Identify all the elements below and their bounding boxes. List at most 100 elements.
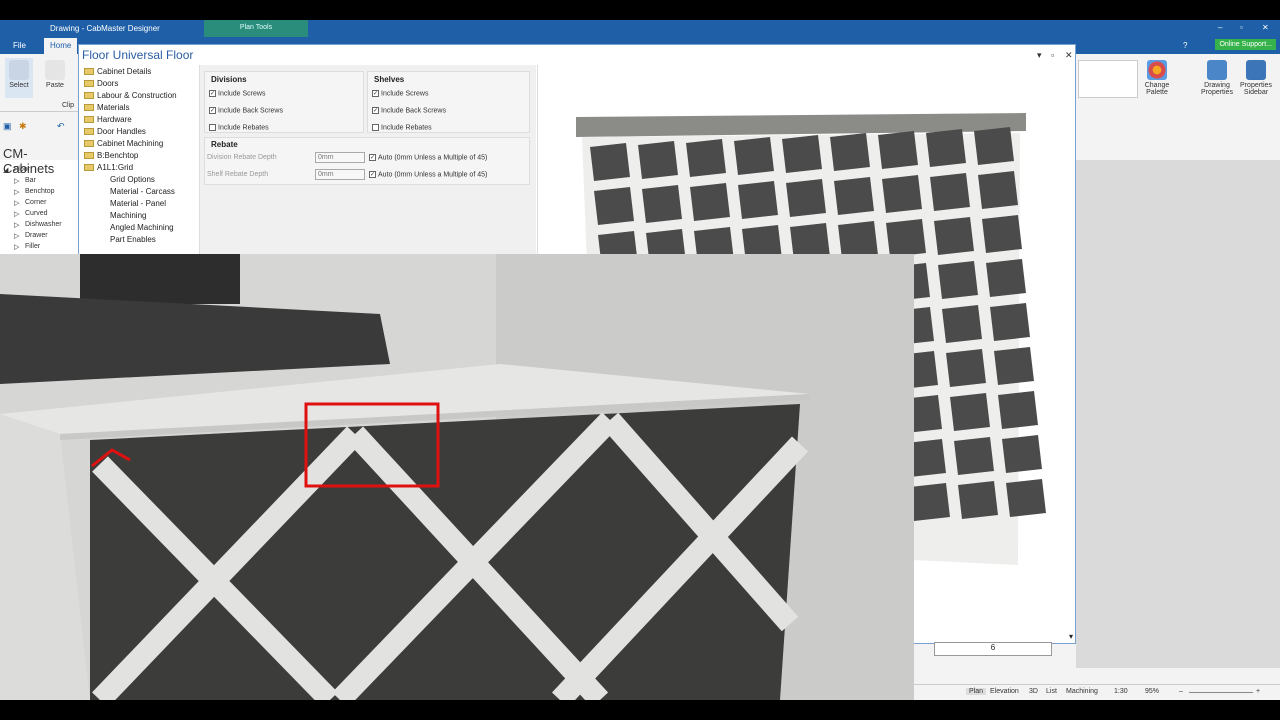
tree-expand-icon[interactable]: ▷ [14,221,19,229]
cursor-icon [9,60,29,80]
tree-node-label: Labour & Construction [97,91,177,100]
tree-node[interactable]: Part Enables [110,235,156,244]
properties-sidebar-label: Properties Sidebar [1240,82,1272,96]
tree-expand-icon[interactable]: ▷ [14,177,19,185]
grid-cell [1006,479,1046,517]
tree-node[interactable]: Angled Machining [110,223,174,232]
grid-cell [834,177,874,215]
paste-label: Paste [46,82,64,89]
tree-expand-icon[interactable]: ▷ [14,188,19,196]
dialog-close-icon[interactable]: ✕ [1065,50,1073,61]
folder-icon [84,80,94,88]
close-icon[interactable]: ✕ [1262,23,1269,32]
grid-cell [642,185,682,223]
drawing-properties-button[interactable]: Drawing Properties [1200,60,1234,96]
grid-cell [938,261,978,299]
tab-home[interactable]: Home [44,38,78,54]
checkbox-checked-icon: ✓ [209,90,216,97]
undo-icon[interactable]: ↶ [57,121,65,132]
tree-item[interactable]: Curved [25,210,48,217]
divisions-include-screws-checkbox[interactable]: ✓ Include Screws [209,90,265,97]
tree-root[interactable]: Floor [14,166,30,173]
palette-small-icon[interactable]: ✱ [19,121,27,132]
divisions-include-rebates-checkbox[interactable]: Include Rebates [209,124,269,131]
shelf-rebate-auto-checkbox[interactable]: ✓ Auto (0mm Unless a Multiple of 45) [369,171,487,178]
shelves-include-back-screws-checkbox[interactable]: ✓ Include Back Screws [372,107,446,114]
tree-node[interactable]: Doors [84,79,118,88]
tree-node-label: Door Handles [97,127,146,136]
division-rebate-depth-input[interactable]: 0mm [315,152,365,163]
tree-item[interactable]: Corner [25,199,46,206]
online-support-button[interactable]: Online Support... [1215,39,1276,50]
grid-cell [590,143,630,181]
folder-icon [84,152,94,160]
tree-node[interactable]: Cabinet Machining [84,139,163,148]
grid-cell [1002,435,1042,473]
checkbox-unchecked-icon [372,124,379,131]
shelves-include-rebates-label: Include Rebates [381,124,432,132]
grid-cell [954,437,994,475]
checkbox-checked-icon: ✓ [372,90,379,97]
change-palette-button[interactable]: Change Palette [1140,60,1174,96]
view-3d[interactable]: 3D [1029,688,1038,695]
maximize-icon[interactable]: ▫ [1240,23,1243,32]
zoom-slider[interactable] [1189,692,1253,693]
tree-node[interactable]: Material - Carcass [110,187,175,196]
tree-node[interactable]: A1L1:Grid [84,163,133,172]
tree-node[interactable]: Hardware [84,115,132,124]
view-machining[interactable]: Machining [1066,688,1098,695]
window-title: Drawing - CabMaster Designer [50,24,160,33]
ribbon-input-box[interactable] [1078,60,1138,98]
dialog-dropdown-icon[interactable]: ▾ [1037,50,1042,61]
shelves-include-rebates-checkbox[interactable]: Include Rebates [372,124,432,131]
plan-cell: 6 [934,642,1052,656]
tree-node[interactable]: Materials [84,103,129,112]
scroll-down-icon[interactable]: ▾ [1069,632,1073,641]
grid-options-panel: Divisions ✓ Include Screws ✓ Include Back … [200,65,536,255]
zoom-out-icon[interactable]: – [1179,688,1183,695]
tree-item[interactable]: Bar [25,177,36,184]
tree-node[interactable]: Door Handles [84,127,146,136]
tree-item[interactable]: Dishwasher [25,221,62,228]
tree-node[interactable]: Material - Panel [110,199,166,208]
tree-item[interactable]: Benchtop [25,188,55,195]
properties-sidebar-button[interactable]: Properties Sidebar [1238,60,1274,96]
shelf-rebate-auto-label: Auto (0mm Unless a Multiple of 45) [378,171,488,179]
help-icon[interactable]: ? [1183,41,1187,50]
tree-node-label: Grid Options [110,175,155,184]
tree-item[interactable]: Drawer [25,232,48,239]
tree-node[interactable]: Machining [110,211,146,220]
grid-cell [950,393,990,431]
tree-item[interactable]: Filler [25,243,40,250]
tree-expand-icon[interactable]: ▷ [14,243,19,251]
grid-cell [982,215,1022,253]
tree-node[interactable]: B:Benchtop [84,151,138,160]
tree-expand-icon[interactable]: ▷ [14,210,19,218]
tree-node[interactable]: Cabinet Details [84,67,151,76]
tab-file[interactable]: File [13,41,26,50]
grid-cell [994,347,1034,385]
select-button[interactable]: Select [5,58,33,98]
view-elevation[interactable]: Elevation [990,688,1019,695]
view-plan[interactable]: Plan [966,688,987,695]
plan-viewport[interactable] [1076,160,1280,668]
tree-expand-icon[interactable]: ▷ [14,232,19,240]
shelves-include-screws-checkbox[interactable]: ✓ Include Screws [372,90,428,97]
divisions-include-back-screws-checkbox[interactable]: ✓ Include Back Screws [209,107,283,114]
zoom-in-icon[interactable]: + [1256,688,1260,695]
tree-node[interactable]: Grid Options [110,175,155,184]
shelf-rebate-depth-input[interactable]: 0mm [315,169,365,180]
tree-root-expander[interactable]: ◢ [3,166,8,174]
tree-node[interactable]: Labour & Construction [84,91,177,100]
dialog-maximize-icon[interactable]: ▫ [1051,50,1054,60]
tree-expand-icon[interactable]: ▷ [14,199,19,207]
save-icon[interactable]: ▣ [3,121,12,132]
paste-button[interactable]: Paste [42,60,68,89]
folder-icon [84,104,94,112]
plan-tools-context-tab[interactable]: Plan Tools [204,20,308,37]
clip-group-label: Clip [62,102,75,109]
minimize-icon[interactable]: – [1218,23,1222,32]
view-list[interactable]: List [1046,688,1057,695]
division-rebate-auto-checkbox[interactable]: ✓ Auto (0mm Unless a Multiple of 45) [369,154,487,161]
tree-node-label: Angled Machining [110,223,174,232]
